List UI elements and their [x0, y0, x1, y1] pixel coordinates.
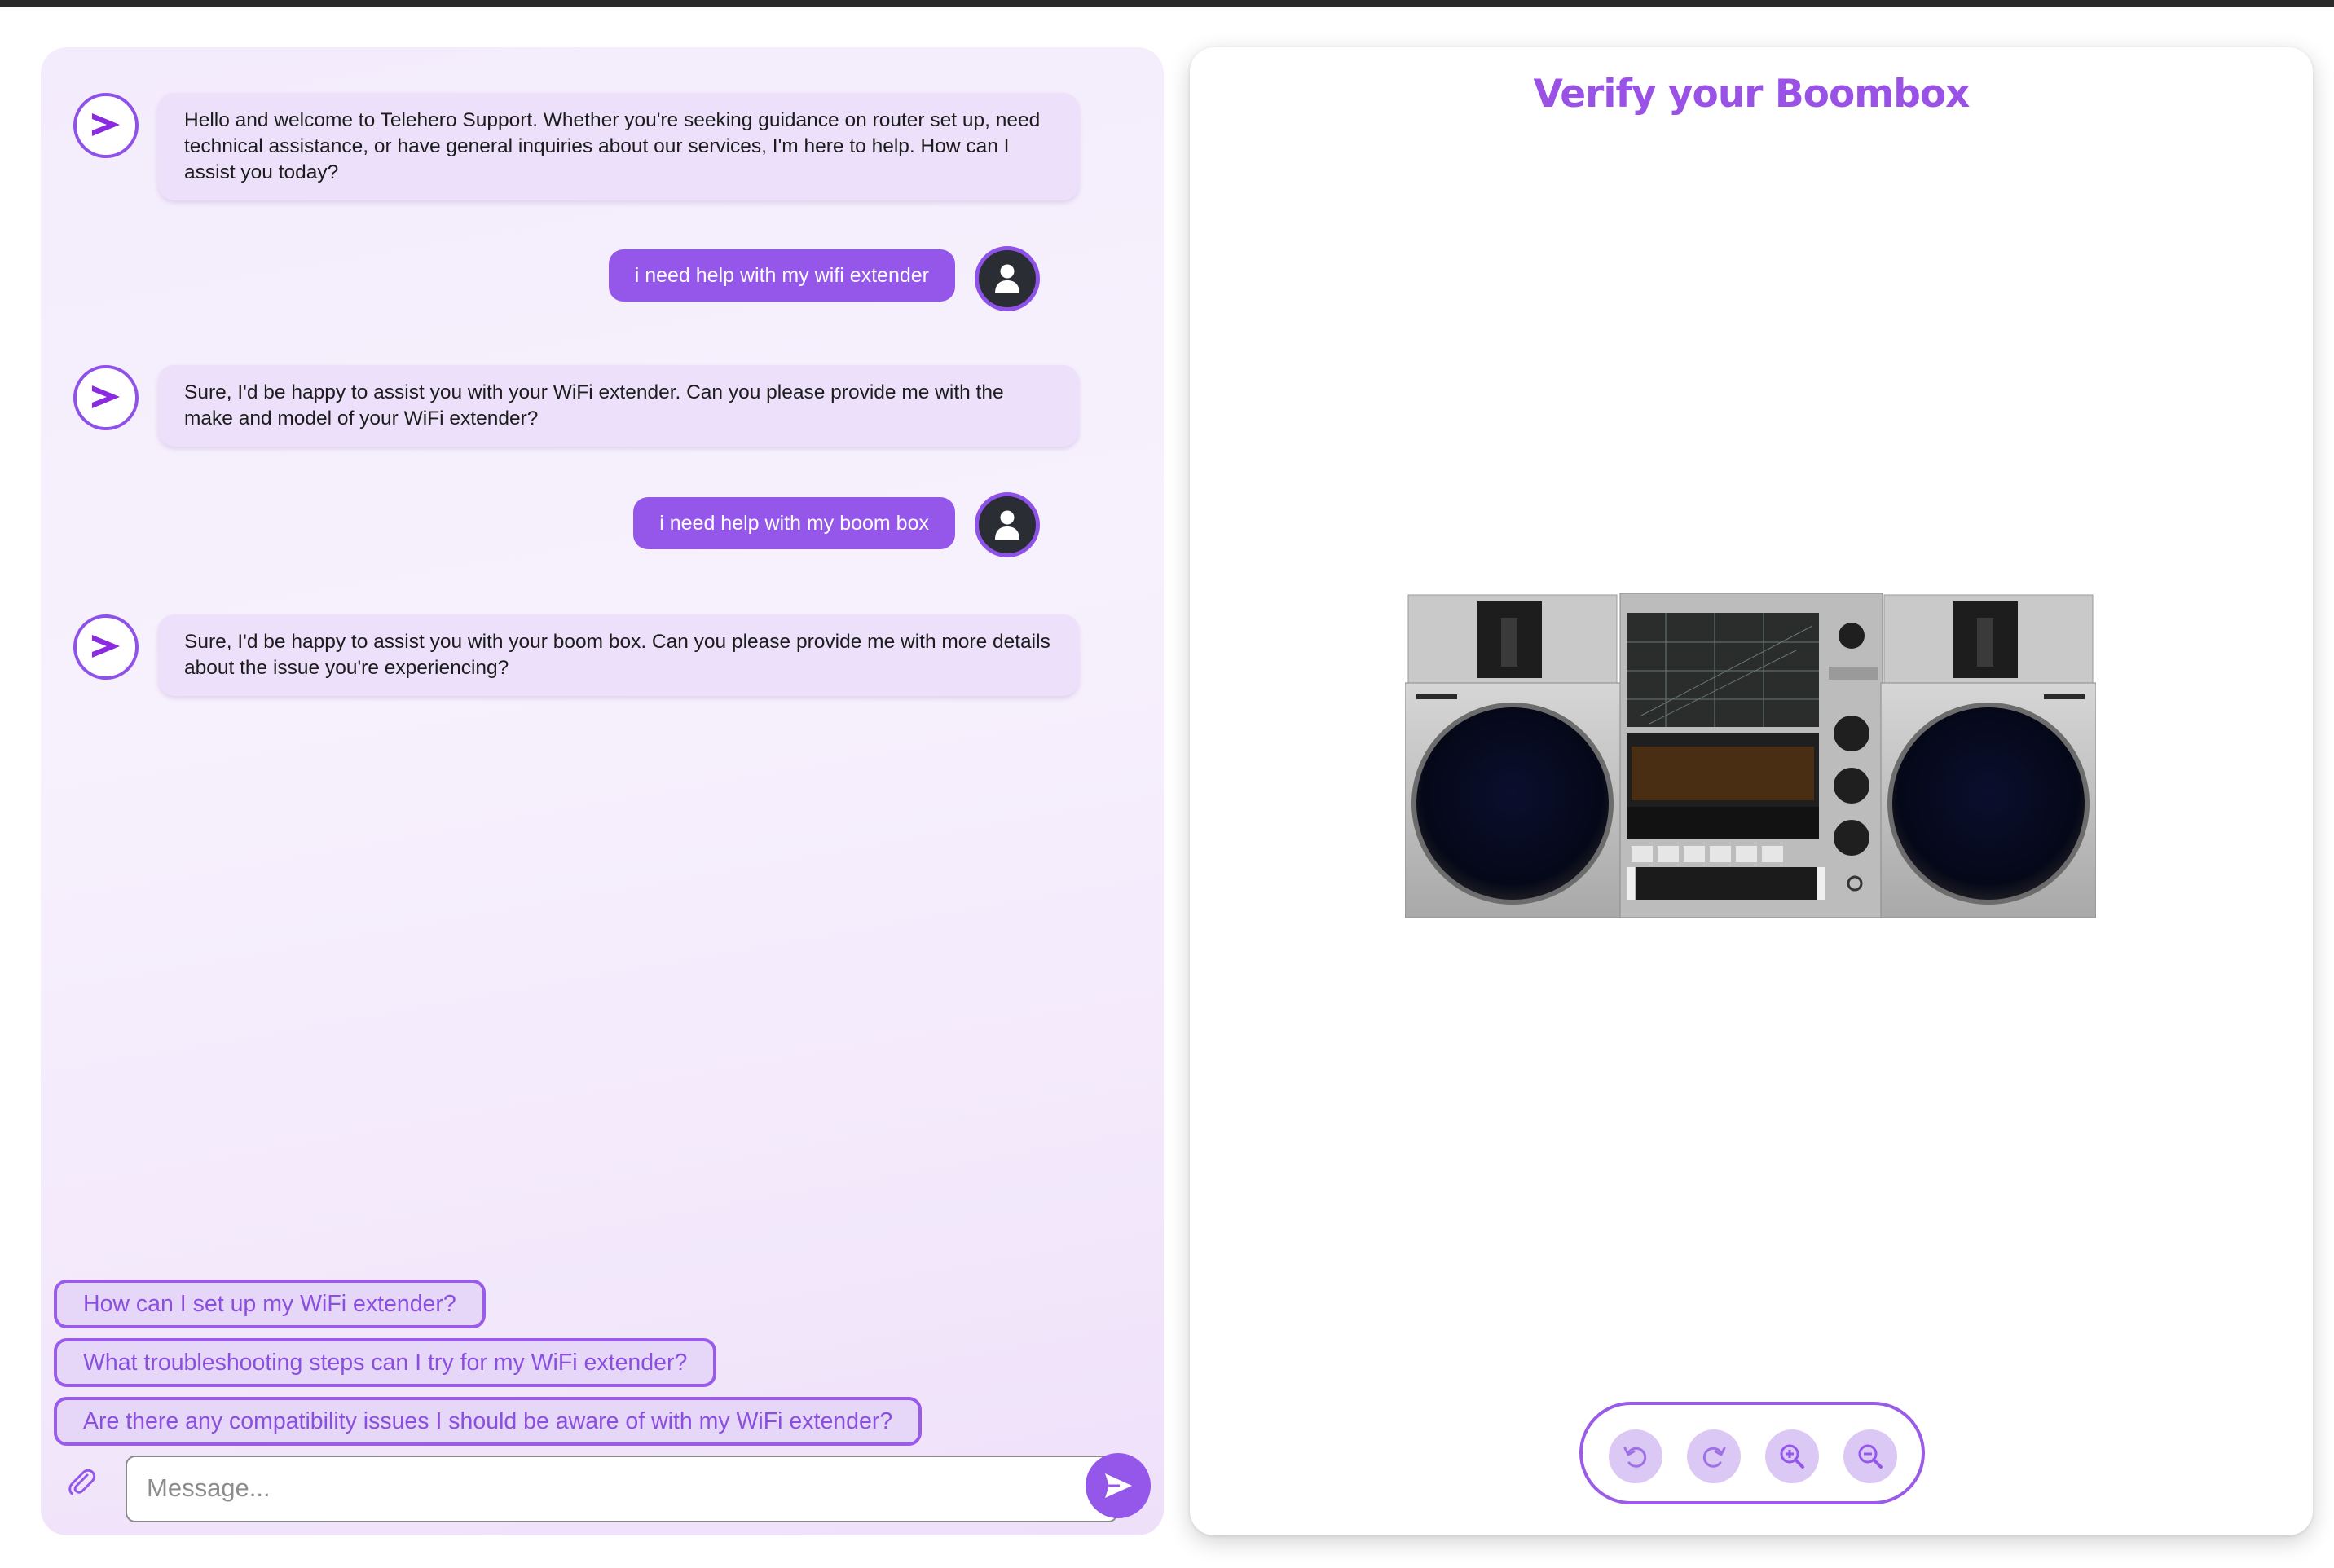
bot-avatar — [73, 614, 139, 680]
user-avatar — [975, 246, 1040, 311]
zoom-out-icon — [1858, 1444, 1883, 1469]
zoom-in-icon — [1780, 1444, 1804, 1469]
send-icon — [1105, 1473, 1132, 1498]
user-avatar — [975, 492, 1040, 557]
suggestion-chip[interactable]: Are there any compatibility issues I sho… — [54, 1397, 923, 1446]
bot-avatar — [73, 93, 139, 158]
bot-message-bubble: Sure, I'd be happy to assist you with yo… — [158, 365, 1079, 447]
suggestion-chip[interactable]: What troubleshooting steps can I try for… — [54, 1338, 717, 1387]
send-button[interactable] — [1086, 1453, 1151, 1518]
rotate-left-button[interactable] — [1609, 1429, 1662, 1483]
chat-panel: Hello and welcome to Telehero Support. W… — [41, 47, 1164, 1535]
bot-message-bubble: Hello and welcome to Telehero Support. W… — [158, 93, 1079, 200]
user-message-bubble: i need help with my wifi extender — [608, 249, 955, 302]
bot-message-bubble: Sure, I'd be happy to assist you with yo… — [158, 614, 1079, 696]
suggestion-chip[interactable]: How can I set up my WiFi extender? — [54, 1280, 486, 1328]
model-viewer-panel: Verify your Boombox — [1190, 47, 2313, 1535]
viewer-title: Verify your Boombox — [1533, 72, 1971, 117]
rotate-right-icon — [1702, 1447, 1726, 1468]
zoom-in-button[interactable] — [1765, 1429, 1819, 1483]
user-icon — [995, 264, 1019, 293]
telehero-logo-icon — [92, 385, 120, 408]
paperclip-icon[interactable] — [65, 1465, 98, 1498]
window-top-bar — [0, 0, 2334, 7]
suggestion-list: How can I set up my WiFi extender? What … — [54, 1280, 923, 1456]
viewer-controls — [1579, 1402, 1925, 1504]
rotate-left-icon — [1623, 1447, 1647, 1468]
user-message-bubble: i need help with my boom box — [633, 497, 955, 549]
message-input[interactable] — [126, 1456, 1118, 1522]
user-icon — [995, 510, 1019, 540]
rotate-right-button[interactable] — [1687, 1429, 1741, 1483]
boombox-3d-model[interactable] — [1405, 593, 2096, 919]
telehero-logo-icon — [92, 635, 120, 658]
telehero-logo-icon — [92, 113, 120, 136]
bot-avatar — [73, 365, 139, 430]
zoom-out-button[interactable] — [1843, 1429, 1897, 1483]
